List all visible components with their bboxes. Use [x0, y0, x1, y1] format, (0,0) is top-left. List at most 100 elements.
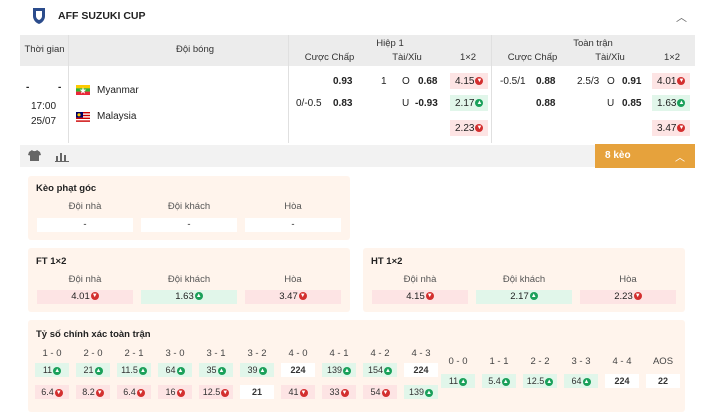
score-label: 3 - 0	[165, 348, 185, 359]
corner-draw-label: Hòa	[284, 201, 302, 212]
h1-handicap-away[interactable]: 0.83	[333, 98, 352, 109]
score-label: 0 - 0	[448, 356, 468, 367]
score-odds[interactable]: 35 ▲	[199, 363, 233, 377]
score-label: 2 - 2	[530, 356, 550, 367]
h1-1x2-header: 1×2	[459, 52, 477, 63]
score-odds[interactable]: 16 ▼	[158, 385, 192, 399]
time-column-header: Thời gian	[24, 44, 65, 55]
h1-1x2-away[interactable]: 2.17 ▲	[455, 98, 484, 109]
h1-handicap-home[interactable]: 0.93	[333, 76, 352, 87]
h1-1x2-home[interactable]: 4.15 ▼	[455, 76, 484, 87]
down-arrow-icon: ▼	[299, 388, 308, 397]
down-arrow-icon: ▼	[677, 77, 686, 86]
ft12-home-value[interactable]: 4.01 ▼	[37, 290, 133, 304]
more-odds-button[interactable]: 8 kèo ︿	[595, 144, 695, 168]
score-odds[interactable]: 11.5 ▲	[117, 363, 151, 377]
ht12-away-value[interactable]: 2.17 ▲	[476, 290, 572, 304]
corner-away-label: Đội khách	[167, 201, 211, 212]
ht12-draw-value[interactable]: 2.23 ▼	[580, 290, 676, 304]
h1-handicap-header: Cược Chấp	[304, 52, 355, 63]
ft12-draw-value[interactable]: 3.47 ▼	[245, 290, 341, 304]
score-odds[interactable]: 33 ▼	[322, 385, 356, 399]
score-odds[interactable]: 21	[240, 385, 274, 399]
score-odds[interactable]: 64 ▲	[564, 374, 598, 388]
match-date: 25/07	[31, 116, 57, 127]
ft12-away-value[interactable]: 1.63 ▲	[141, 290, 237, 304]
down-arrow-icon: ▼	[381, 388, 390, 397]
ft-handicap-header: Cược Chấp	[507, 52, 558, 63]
ft-1x2-away[interactable]: 1.63 ▲	[657, 98, 686, 109]
down-arrow-icon: ▼	[475, 124, 484, 133]
ft-ou-over: O	[607, 76, 615, 87]
ft-ou-under-value[interactable]: 0.85	[622, 98, 641, 109]
score-label: 3 - 3	[571, 356, 591, 367]
home-team[interactable]: Myanmar	[97, 85, 139, 96]
up-arrow-icon: ▲	[138, 366, 147, 375]
ft-1x2-header: 1×2	[663, 52, 681, 63]
corner-away-value[interactable]: -	[141, 218, 237, 232]
away-team[interactable]: Malaysia	[97, 111, 136, 122]
score-odds[interactable]: 154 ▲	[363, 363, 397, 377]
myanmar-flag-icon	[76, 85, 90, 95]
up-arrow-icon: ▲	[194, 292, 203, 301]
chevron-up-icon[interactable]: ︿	[676, 9, 688, 24]
ht12-draw-label: Hòa	[619, 274, 637, 285]
ft-handicap-home[interactable]: 0.88	[536, 76, 555, 87]
h1-ou-under: U	[402, 98, 410, 109]
up-arrow-icon: ▲	[459, 377, 468, 386]
score-odds[interactable]: 8.2 ▼	[76, 385, 110, 399]
team-column-header: Đội bóng	[175, 44, 215, 55]
h1-ou-line: 1	[381, 76, 387, 87]
score-odds[interactable]: 224	[281, 363, 315, 377]
h1-ou-over: O	[402, 76, 410, 87]
score-odds[interactable]: 12.5 ▲	[523, 374, 557, 388]
ft12-title: FT 1×2	[36, 256, 67, 267]
score-odds[interactable]: 11 ▲	[441, 374, 475, 388]
ft-1x2-home[interactable]: 4.01 ▼	[657, 76, 686, 87]
score-odds[interactable]: 22	[646, 374, 680, 388]
score-odds[interactable]: 64 ▲	[158, 363, 192, 377]
corner-title: Kèo phạt góc	[36, 183, 97, 194]
ft-handicap-away[interactable]: 0.88	[536, 98, 555, 109]
h1-ou-over-value[interactable]: 0.68	[418, 76, 437, 87]
h1-ou-under-value[interactable]: -0.93	[415, 98, 438, 109]
corner-draw-value[interactable]: -	[245, 218, 341, 232]
score-odds[interactable]: 54 ▼	[363, 385, 397, 399]
ft-ou-over-value[interactable]: 0.91	[622, 76, 641, 87]
score-odds[interactable]: 5.4 ▲	[482, 374, 516, 388]
score-label: 3 - 2	[247, 348, 267, 359]
corner-home-value[interactable]: -	[37, 218, 133, 232]
up-arrow-icon: ▲	[529, 292, 538, 301]
stats-icon[interactable]	[55, 150, 69, 162]
score-odds[interactable]: 224	[404, 363, 438, 377]
up-arrow-icon: ▲	[677, 99, 686, 108]
down-arrow-icon: ▼	[136, 388, 145, 397]
ft-ou-under: U	[607, 98, 615, 109]
score-odds[interactable]: 39 ▲	[240, 363, 274, 377]
score-odds[interactable]: 6.4 ▼	[117, 385, 151, 399]
score-odds[interactable]: 6.4 ▼	[35, 385, 69, 399]
divider	[491, 35, 492, 143]
score-odds[interactable]: 41 ▼	[281, 385, 315, 399]
h1-1x2-draw[interactable]: 2.23 ▼	[455, 123, 484, 134]
ht12-home-value[interactable]: 4.15 ▼	[372, 290, 468, 304]
score-odds[interactable]: 139 ▲	[404, 385, 438, 399]
ft-1x2-draw[interactable]: 3.47 ▼	[657, 123, 686, 134]
score-odds[interactable]: 11 ▲	[35, 363, 69, 377]
league-logo-icon	[33, 8, 45, 24]
ht12-away-label: Đội khách	[502, 274, 546, 285]
score-odds[interactable]: 224	[605, 374, 639, 388]
score-odds[interactable]: 21 ▲	[76, 363, 110, 377]
score-label: 2 - 1	[124, 348, 144, 359]
score-odds[interactable]: 12.5 ▼	[199, 385, 233, 399]
score-label: 4 - 0	[288, 348, 308, 359]
malaysia-flag-icon	[76, 112, 90, 122]
score-odds[interactable]: 139 ▲	[322, 363, 356, 377]
corner-home-label: Đội nhà	[68, 201, 102, 212]
half1-header: Hiệp 1	[376, 38, 404, 49]
league-header: AFF SUZUKI CUP ︿	[0, 0, 720, 33]
up-arrow-icon: ▲	[53, 366, 62, 375]
divider	[68, 35, 69, 143]
score-away: -	[58, 82, 62, 93]
shirt-icon[interactable]	[28, 150, 41, 161]
